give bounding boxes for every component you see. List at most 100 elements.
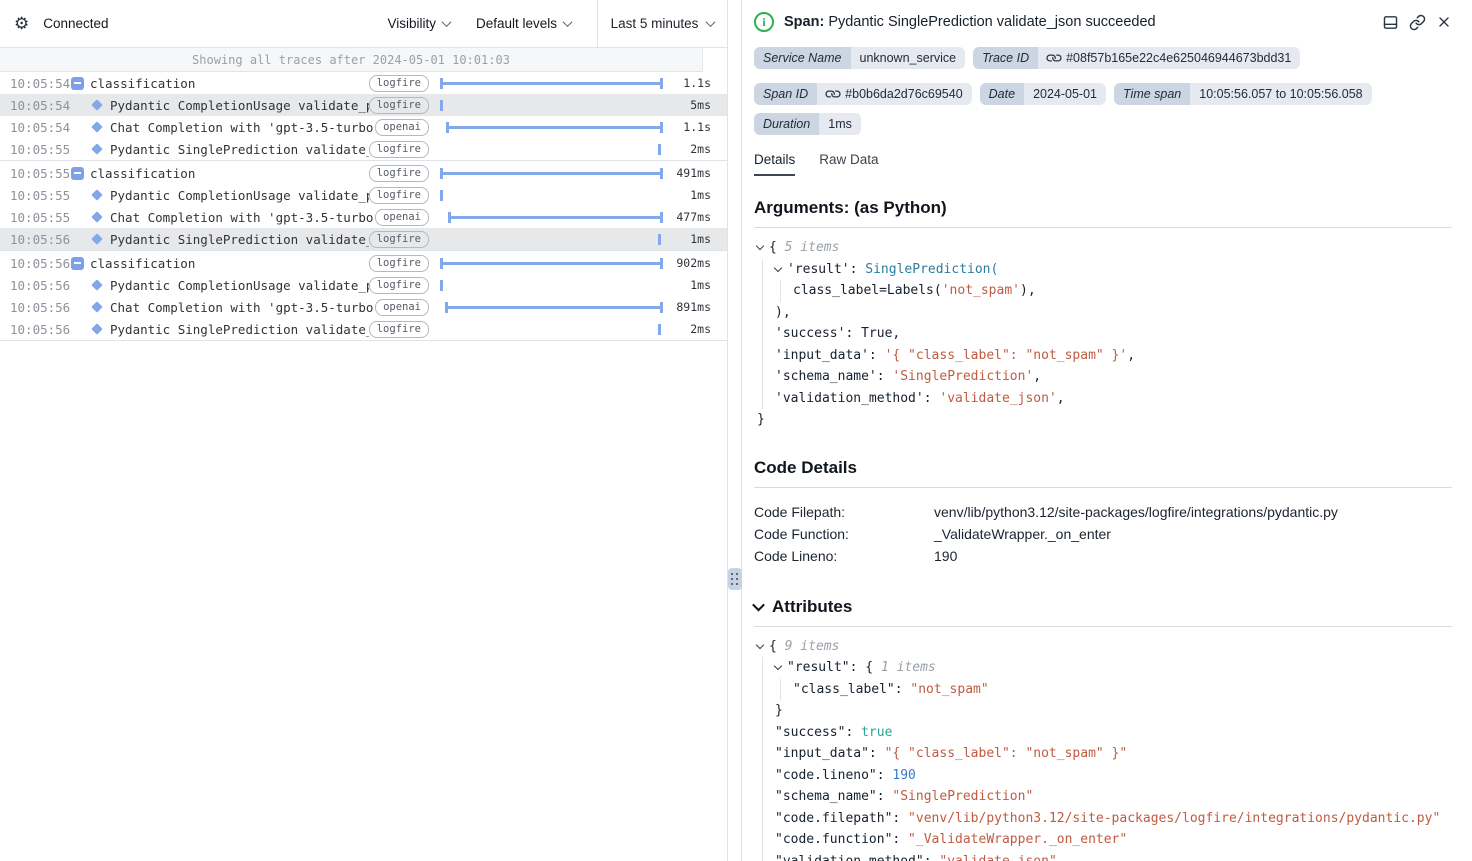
trace-row[interactable]: 10:05:56Pydantic SinglePrediction valida…	[0, 318, 727, 340]
code-token: "validation_method":	[775, 854, 932, 861]
info-level-icon: i	[754, 12, 774, 32]
attributes-heading: Attributes	[772, 597, 852, 617]
collapse-toggle-icon[interactable]	[71, 167, 84, 180]
copy-link-icon[interactable]	[1409, 14, 1426, 31]
duration-label: 477ms	[665, 210, 711, 224]
badge-value: #08f57b165e22c4e625046944673bdd31	[1038, 47, 1300, 69]
traces-toolbar: ⚙ Connected Visibility Default levels La…	[0, 0, 727, 48]
code-collapse-caret[interactable]	[756, 640, 764, 648]
code-token: ),	[1020, 283, 1036, 298]
trace-tag[interactable]: logfire	[369, 187, 429, 204]
duration-bar-area	[437, 116, 665, 138]
metadata-badge: Duration1ms	[754, 113, 861, 135]
link-icon[interactable]	[1047, 51, 1061, 65]
trace-row[interactable]: 10:05:56Chat Completion with 'gpt-3.5-tu…	[0, 296, 727, 318]
duration-label: 1.1s	[665, 120, 711, 134]
metadata-badge: Time span10:05:56.057 to 10:05:56.058	[1114, 83, 1372, 105]
trace-name: Chat Completion with 'gpt-3.5-turbo-061	[110, 300, 375, 315]
arguments-heading: Arguments: (as Python)	[754, 198, 1452, 218]
code-detail-label: Code Filepath:	[754, 501, 934, 523]
trace-tag[interactable]: openai	[375, 299, 429, 316]
code-collapse-caret[interactable]	[774, 263, 782, 271]
code-token: "input_data":	[775, 746, 877, 761]
settings-gear-icon[interactable]: ⚙	[14, 15, 29, 32]
trace-row[interactable]: 10:05:56Pydantic SinglePrediction valida…	[0, 228, 727, 250]
code-token: }	[757, 412, 765, 427]
trace-tag[interactable]: openai	[375, 119, 429, 136]
badge-value-text: #b0b6da2d76c69540	[845, 83, 962, 105]
panel-resize-handle[interactable]	[728, 568, 742, 590]
code-line: "class_label": "not_spam"	[757, 679, 1452, 701]
link-icon[interactable]	[826, 87, 840, 101]
chevron-down-icon	[563, 17, 573, 27]
code-line: "code.lineno": 190	[757, 765, 1452, 787]
code-indent	[762, 743, 775, 765]
badge-value: unknown_service	[851, 47, 966, 69]
metadata-badge: Service Nameunknown_service	[754, 47, 965, 69]
code-line: "success": true	[757, 722, 1452, 744]
section-divider	[754, 487, 1452, 488]
tab-raw-data[interactable]: Raw Data	[819, 152, 878, 176]
code-detail-value: venv/lib/python3.12/site-packages/logfir…	[934, 501, 1338, 523]
collapse-toggle-icon[interactable]	[71, 77, 84, 90]
code-indent	[762, 323, 775, 345]
code-line: "code.filepath": "venv/lib/python3.12/si…	[757, 808, 1452, 830]
trace-row[interactable]: 10:05:55Chat Completion with 'gpt-3.5-tu…	[0, 206, 727, 228]
trace-tag[interactable]: logfire	[369, 165, 429, 182]
trace-name: Pydantic SinglePrediction validate_json	[110, 142, 369, 157]
code-line: }	[757, 700, 1452, 722]
duration-bar-area	[437, 252, 665, 274]
code-token: 'schema_name':	[775, 369, 892, 384]
tab-details[interactable]: Details	[754, 152, 795, 176]
span-diamond-icon	[91, 323, 102, 334]
trace-tag[interactable]: logfire	[369, 231, 429, 248]
badge-value: 2024-05-01	[1024, 83, 1106, 105]
code-token: "class_label":	[793, 682, 903, 697]
code-token: true	[853, 725, 892, 740]
code-token: 'validate_json'	[939, 391, 1056, 406]
trace-row[interactable]: 10:05:56Pydantic CompletionUsage validat…	[0, 274, 727, 296]
default-levels-dropdown[interactable]: Default levels	[476, 16, 571, 31]
code-detail-row: Code Function:_ValidateWrapper._on_enter	[754, 523, 1452, 545]
code-indent	[762, 345, 775, 367]
connection-status: Connected	[43, 16, 108, 31]
code-token: '{ "class_label": "not_spam" }'	[885, 348, 1128, 363]
trace-tag[interactable]: logfire	[369, 255, 429, 272]
badge-label: Trace ID	[973, 47, 1038, 69]
trace-row[interactable]: 10:05:56classificationlogfire902ms	[0, 252, 727, 274]
trace-tag[interactable]: openai	[375, 209, 429, 226]
trace-tag[interactable]: logfire	[369, 277, 429, 294]
code-indent	[762, 679, 775, 701]
code-line: "result": { 1 items	[757, 657, 1452, 679]
visibility-dropdown[interactable]: Visibility	[387, 16, 450, 31]
badge-value: 10:05:56.057 to 10:05:56.058	[1190, 83, 1371, 105]
dock-panel-icon[interactable]	[1382, 14, 1399, 31]
code-token: {	[769, 639, 785, 654]
code-token: 'SinglePrediction'	[892, 369, 1033, 384]
code-token: "result":	[787, 660, 857, 675]
trace-row[interactable]: 10:05:55Pydantic CompletionUsage validat…	[0, 184, 727, 206]
code-token: 'not_spam'	[942, 283, 1020, 298]
trace-row[interactable]: 10:05:55classificationlogfire491ms	[0, 162, 727, 184]
trace-tag[interactable]: logfire	[369, 321, 429, 338]
time-range-dropdown[interactable]: Last 5 minutes	[597, 0, 727, 48]
code-token: ),	[775, 305, 791, 320]
attributes-toggle[interactable]: Attributes	[754, 597, 1452, 617]
code-token: "code.function":	[775, 832, 900, 847]
trace-tag[interactable]: logfire	[369, 141, 429, 158]
trace-row[interactable]: 10:05:54Chat Completion with 'gpt-3.5-tu…	[0, 116, 727, 138]
trace-tag[interactable]: logfire	[369, 97, 429, 114]
collapse-toggle-icon[interactable]	[71, 257, 84, 270]
trace-timestamp: 10:05:56	[10, 232, 68, 247]
code-token: ,	[1127, 348, 1135, 363]
trace-tag[interactable]: logfire	[369, 75, 429, 92]
trace-row[interactable]: 10:05:54classificationlogfire1.1s	[0, 72, 727, 94]
close-icon[interactable]	[1436, 14, 1452, 30]
code-collapse-caret[interactable]	[756, 242, 764, 250]
trace-row[interactable]: 10:05:54Pydantic CompletionUsage validat…	[0, 94, 727, 116]
trace-row[interactable]: 10:05:55Pydantic SinglePrediction valida…	[0, 138, 727, 160]
code-token: "venv/lib/python3.12/site-packages/logfi…	[900, 811, 1440, 826]
code-collapse-caret[interactable]	[774, 662, 782, 670]
code-detail-row: Code Lineno:190	[754, 545, 1452, 567]
duration-tick	[658, 234, 661, 245]
